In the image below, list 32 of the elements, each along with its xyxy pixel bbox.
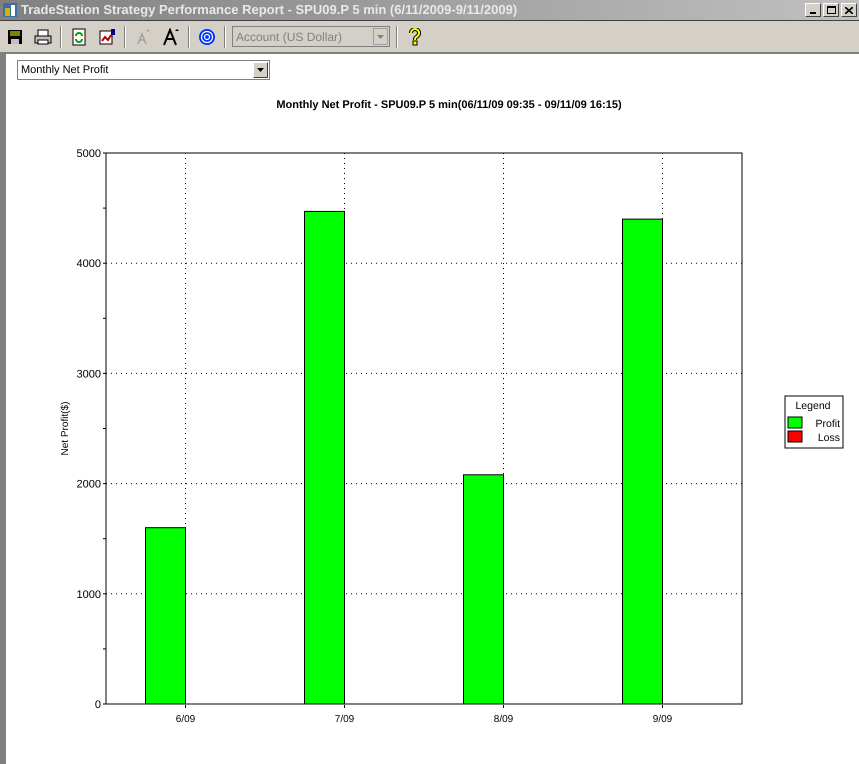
y-tick-label: 0 bbox=[94, 699, 101, 711]
help-icon bbox=[409, 28, 421, 46]
save-icon bbox=[6, 28, 24, 46]
close-icon bbox=[845, 6, 853, 14]
window-title: TradeStation Strategy Performance Report - SPU09.P 5 min (6/11/2009-9/11/2009) bbox=[21, 1, 518, 20]
y-tick-label: 5000 bbox=[76, 148, 101, 160]
legend-title: Legend bbox=[795, 400, 831, 412]
larger-font-icon bbox=[162, 28, 180, 46]
chart-document-icon bbox=[98, 28, 116, 46]
y-axis-label: Net Profit($) bbox=[60, 402, 71, 456]
x-tick-label: 8/09 bbox=[494, 714, 514, 725]
app-icon bbox=[2, 2, 18, 18]
x-tick-label: 9/09 bbox=[652, 714, 672, 725]
close-button[interactable] bbox=[841, 3, 857, 17]
maximize-button[interactable] bbox=[823, 3, 839, 17]
y-tick-label: 1000 bbox=[76, 588, 101, 601]
minimize-icon bbox=[810, 12, 816, 14]
refresh-icon bbox=[70, 28, 88, 46]
report-dropdown[interactable]: Monthly Net Profit bbox=[17, 60, 270, 80]
legend-label: Loss bbox=[818, 432, 840, 444]
legend-label: Profit bbox=[815, 418, 840, 430]
target-icon bbox=[198, 28, 216, 46]
y-tick-label: 3000 bbox=[76, 368, 101, 380]
maximize-icon bbox=[826, 6, 836, 14]
x-tick-label: 6/09 bbox=[176, 714, 196, 725]
toolbar-button[interactable] bbox=[160, 26, 182, 48]
x-tick-label: 7/09 bbox=[334, 714, 354, 725]
chart-title: Monthly Net Profit - SPU09.P 5 min(06/11/09 09:35 - 09/11/09 16:15) bbox=[276, 99, 622, 111]
minimize-button[interactable] bbox=[805, 3, 821, 17]
printer-icon bbox=[34, 28, 52, 46]
y-tick-label: 4000 bbox=[76, 258, 101, 270]
y-tick-label: 2000 bbox=[76, 478, 101, 491]
